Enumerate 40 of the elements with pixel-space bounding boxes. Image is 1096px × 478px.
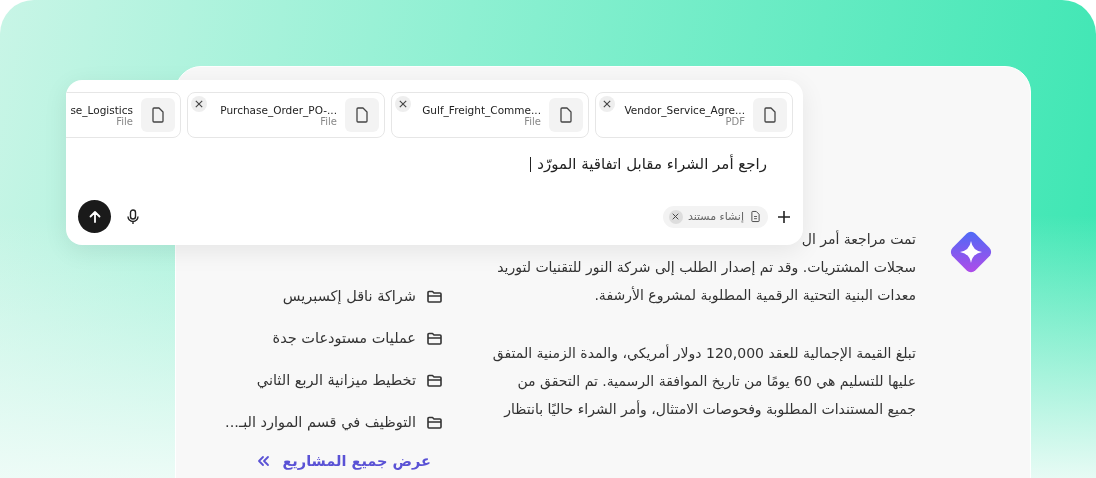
arrow-up-icon [87,209,102,224]
remove-button[interactable] [191,96,207,112]
remove-button[interactable] [668,209,683,224]
file-name: se_Logistics [70,103,133,116]
file-name: Vendor_Service_Agre... [624,103,745,116]
microphone-icon[interactable] [125,208,141,225]
file-icon [345,98,379,132]
file-type: File [320,115,337,127]
response-paragraph: سجلات المشتريات. وقد تم إصدار الطلب إلى شركة النور للتقنيات لتوريد معدات البنية التحتية الرقمية المطلوبة لمشروع الأرشفة. [496,258,916,306]
add-icon[interactable] [777,209,791,224]
response-paragraph: تبلغ القيمة الإجمالية للعقد 120,000 دولار أمريكي، والمدة الزمنية المتفق عليها للتسليم هي 60 يومًا من تاريخ الموافقة الرسمية. تم التحقق من جميع المستندات المطلوبة وفحوصات الامتثال، وأمر الشراء حاليًا بانتظار [491,343,916,420]
view-all-link[interactable]: عرض جميع المشاريع [183,453,431,469]
file-type: File [524,115,541,127]
close-icon [672,213,680,220]
file-icon [549,98,583,132]
attachment-chip[interactable]: se_Logistics File [66,92,181,138]
message-input[interactable]: راجع أمر الشراء مقابل اتفاقية المورّد [537,155,767,173]
close-icon [195,100,203,108]
attachment-chip[interactable]: Purchase_Order_PO-... File [187,92,385,138]
remove-button[interactable] [395,96,411,112]
attachment-chip[interactable]: Gulf_Freight_Comme... File [391,92,589,138]
attachment-chip[interactable]: Vendor_Service_Agre... PDF [595,92,793,138]
tool-chip[interactable]: إنشاء مستند [662,205,768,228]
project-item[interactable]: عمليات مستودعات جدة [183,317,443,359]
file-name: Gulf_Freight_Comme... [422,103,541,116]
project-item[interactable]: التوظيف في قسم الموارد البـ... [183,401,443,443]
document-icon [749,210,762,223]
project-item[interactable]: تخطيط ميزانية الربع الثاني [183,359,443,401]
remove-button[interactable] [599,96,615,112]
response-text: تمت مراجعة أمر ال [801,231,916,247]
file-name: Purchase_Order_PO-... [220,103,337,116]
project-item[interactable]: شراكة ناقل إكسبريس [183,275,443,317]
send-button[interactable] [78,200,111,233]
file-icon [141,98,175,132]
close-icon [603,100,611,108]
file-type: File [116,115,133,127]
chevrons-icon [256,455,271,467]
close-icon [399,100,407,108]
file-type: PDF [725,115,745,127]
file-icon [753,98,787,132]
